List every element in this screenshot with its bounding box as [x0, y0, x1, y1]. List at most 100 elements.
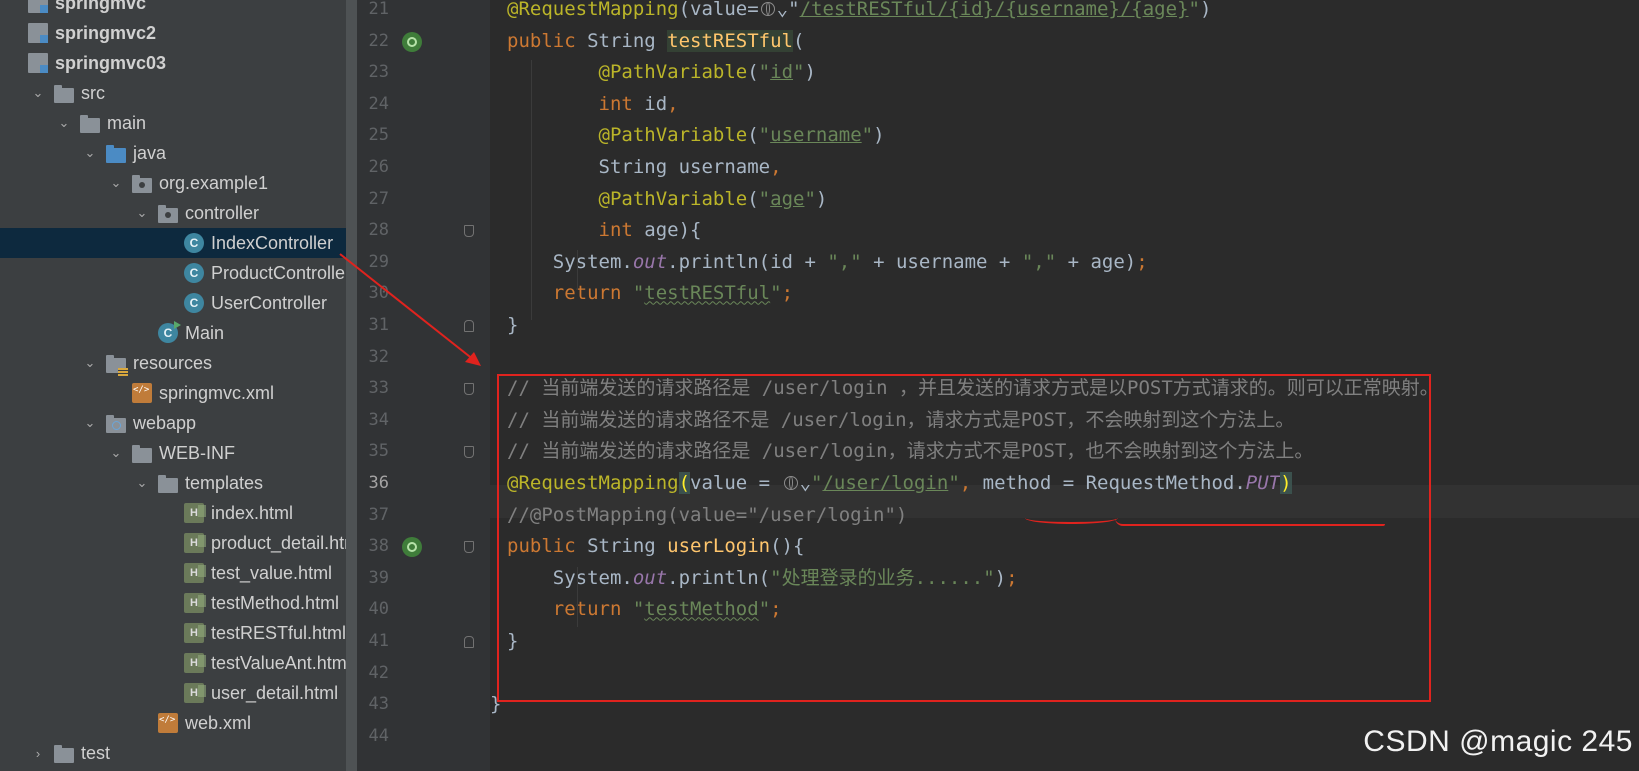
chevron-down-icon[interactable]: ⌄ — [134, 205, 150, 221]
code-line[interactable]: } — [490, 309, 518, 342]
chevron-down-icon[interactable]: ⌄ — [56, 115, 72, 131]
module-icon — [28, 0, 48, 13]
fold-icon[interactable] — [464, 320, 474, 332]
line-number: 42 — [368, 662, 389, 683]
tree-item[interactable]: ›Hproduct_detail.html — [0, 528, 357, 558]
tree-item-label: org.example1 — [159, 172, 269, 193]
code-line[interactable]: System.out.println(id + "," + username +… — [490, 246, 1148, 279]
tree-item-label: testRESTful.html — [211, 622, 347, 643]
chevron-down-icon[interactable]: ⌄ — [82, 415, 98, 431]
line-number: 24 — [368, 93, 389, 114]
tree-item[interactable]: ⌄ controller — [0, 198, 357, 228]
tree-item[interactable]: ⌄springmvc03 — [0, 48, 350, 78]
chevron-down-icon[interactable]: ⌄ — [108, 175, 124, 191]
tree-item[interactable]: ›HtestRESTful.html — [0, 618, 357, 648]
tree-item-label: product_detail.html — [211, 532, 357, 553]
code-token: ( — [747, 61, 759, 84]
tree-item[interactable]: › test — [0, 738, 357, 768]
line-number: 32 — [368, 346, 389, 367]
tree-item[interactable]: ›web.xml — [0, 708, 357, 738]
tree-item[interactable]: ⌄ WEB-INF — [0, 438, 357, 468]
tree-item[interactable]: ›Hindex.html — [0, 498, 357, 528]
fold-icon[interactable] — [464, 383, 474, 396]
xml-file-icon — [132, 383, 152, 403]
chevron-down-icon[interactable]: ⌄ — [108, 445, 124, 461]
code-token: age){ — [644, 219, 702, 242]
spring-bean-icon[interactable] — [402, 31, 422, 52]
code-token: System. — [507, 250, 633, 273]
tree-item[interactable]: ›CIndexController — [0, 228, 357, 258]
package-icon — [158, 204, 178, 223]
code-token: , — [667, 92, 679, 115]
tree-item[interactable]: ›CMain — [0, 318, 357, 348]
tree-item[interactable]: ›Htest_value.html — [0, 558, 357, 588]
line-number: 40 — [368, 599, 389, 620]
line-number: 29 — [368, 251, 389, 272]
tree-item[interactable]: ›springmvc2 — [0, 18, 350, 48]
project-tree-scrollbar[interactable] — [346, 0, 357, 771]
tree-item[interactable]: ›HtestMethod.html — [0, 588, 357, 618]
tree-item-label: test_value.html — [211, 562, 333, 583]
code-token: id — [770, 61, 794, 84]
code-token: , — [770, 156, 782, 178]
code-token: id — [644, 92, 668, 115]
tree-item[interactable]: ⌄ templates — [0, 468, 357, 498]
tree-item-label: web.xml — [185, 712, 252, 733]
code-token: ; — [1136, 250, 1148, 273]
tree-item[interactable]: ⌄ webapp — [0, 408, 357, 438]
line-number: 39 — [368, 567, 389, 588]
tree-item-label: java — [133, 142, 167, 163]
annotation-underline-method — [1025, 512, 1118, 524]
chevron-down-icon[interactable]: ⌄ — [82, 355, 98, 371]
tree-item[interactable]: ›CProductController — [0, 258, 357, 288]
tree-item-label: test — [81, 742, 111, 763]
code-line[interactable]: return "testRESTful"; — [490, 277, 793, 310]
line-number: 43 — [368, 694, 389, 715]
code-line[interactable]: int id, — [490, 88, 679, 121]
tree-item[interactable]: ›springmvc — [0, 0, 350, 18]
code-token: " — [804, 187, 816, 210]
tree-item[interactable]: ›Huser_detail.html — [0, 678, 357, 708]
tree-item[interactable]: ›springmvc.xml — [0, 378, 357, 408]
tree-item[interactable]: ›HtestValueAnt.html — [0, 648, 357, 678]
line-number: 34 — [368, 409, 389, 430]
tree-item-label: testValueAnt.html — [211, 652, 351, 673]
code-token: "," — [1021, 250, 1057, 273]
code-line[interactable]: @PathVariable("id") — [490, 56, 816, 89]
web-folder-icon — [106, 414, 126, 433]
xml-file-icon — [158, 713, 178, 733]
fold-icon[interactable] — [464, 225, 474, 238]
tree-item[interactable]: ⌄ src — [0, 78, 357, 108]
fold-icon[interactable] — [464, 446, 474, 459]
chevron-down-icon[interactable]: ⌄ — [82, 145, 98, 161]
indent-guide — [577, 250, 578, 290]
line-number: 22 — [368, 30, 389, 51]
code-token: ) — [873, 124, 885, 147]
code-token: String — [587, 29, 668, 52]
tree-item[interactable]: ⌄ main — [0, 108, 357, 138]
code-line[interactable]: @RequestMapping(value= ⌄"/testRESTful/{id… — [490, 0, 1211, 26]
main-class-icon: C — [158, 321, 181, 343]
code-line[interactable]: int age){ — [490, 214, 702, 247]
tree-item[interactable]: ⌄ org.example1 — [0, 168, 357, 198]
annotation-underline-put — [1115, 518, 1385, 526]
code-line[interactable]: @PathVariable("username") — [490, 119, 885, 152]
chevron-right-icon[interactable]: › — [30, 746, 46, 761]
fold-icon[interactable] — [464, 541, 474, 554]
chevron-down-icon[interactable]: ⌄ — [30, 85, 46, 101]
code-line[interactable]: String username, — [490, 151, 782, 184]
url-globe-icon[interactable] — [760, 2, 775, 16]
tree-item[interactable]: ⌄ java — [0, 138, 357, 168]
chevron-down-icon[interactable]: ⌄ — [134, 475, 150, 491]
code-line[interactable]: @PathVariable("age") — [490, 183, 828, 216]
code-token: ) — [815, 187, 828, 210]
line-number: 38 — [368, 536, 389, 557]
fold-icon[interactable] — [464, 636, 474, 648]
html-file-icon: H — [184, 503, 206, 523]
code-line[interactable]: public String testRESTful( — [490, 25, 804, 58]
folder-icon — [54, 744, 74, 763]
code-token: " — [758, 61, 771, 84]
code-token: String username — [507, 156, 771, 178]
tree-item[interactable]: ›CUserController — [0, 288, 357, 318]
tree-item[interactable]: ⌄ resources — [0, 348, 357, 378]
